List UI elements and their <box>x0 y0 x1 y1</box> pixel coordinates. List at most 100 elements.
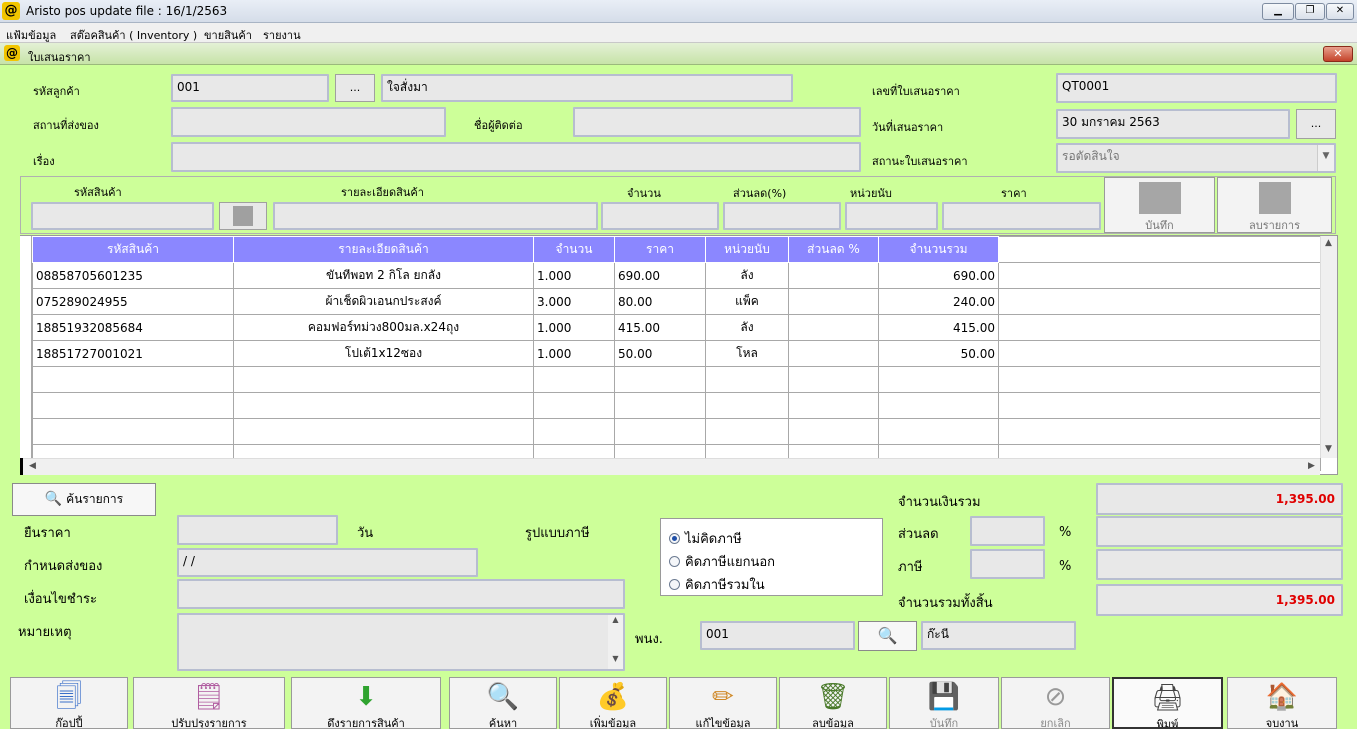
toolbar-button-save[interactable]: 💾 บันทึก <box>889 677 999 729</box>
table-cell[interactable]: 240.00 <box>878 288 999 315</box>
radio-icon[interactable] <box>669 533 680 544</box>
table-cell[interactable] <box>998 366 1321 393</box>
entry-code-input[interactable] <box>31 202 214 230</box>
table-cell[interactable] <box>233 418 534 445</box>
table-cell[interactable]: 50.00 <box>614 340 706 367</box>
menu-file[interactable]: แฟ้มข้อมูล <box>6 26 56 44</box>
table-cell[interactable]: ขันทีพอท 2 กิโล ยกลัง <box>233 262 534 289</box>
restore-icon[interactable]: ❐ <box>1295 3 1325 20</box>
scroll-right-icon[interactable]: ▶ <box>1304 459 1319 474</box>
customer-code-field[interactable]: 001 <box>171 74 329 102</box>
delivery-due-field[interactable]: / / <box>177 548 478 577</box>
grid-vertical-scrollbar[interactable]: ▲ ▼ <box>1320 236 1337 458</box>
menu-report[interactable]: รายงาน <box>263 26 301 44</box>
table-cell[interactable] <box>878 392 999 419</box>
entry-delete-button[interactable]: ลบรายการ <box>1217 177 1332 233</box>
toolbar-button-trash[interactable]: 🗑 ลบข้อมูล <box>779 677 887 729</box>
table-cell[interactable]: ลัง <box>705 262 789 289</box>
table-row[interactable]: 18851932085684 คอมฟอร์ทม่วง800มล.x24ถุง 1.… <box>32 314 1321 341</box>
entry-lookup-button[interactable] <box>219 202 267 230</box>
discount-pct-field[interactable] <box>970 516 1045 546</box>
entry-qty-input[interactable] <box>601 202 719 230</box>
table-cell[interactable] <box>32 392 234 419</box>
toolbar-button-copy[interactable]: 🗐 ก๊อปปี้ <box>10 677 128 729</box>
table-cell[interactable] <box>533 392 615 419</box>
table-cell[interactable] <box>998 262 1321 289</box>
tax-option-exclusive[interactable]: คิดภาษีแยกนอก <box>669 551 775 572</box>
table-cell[interactable]: โปเต้1x12ซอง <box>233 340 534 367</box>
table-cell[interactable] <box>32 366 234 393</box>
subject-field[interactable] <box>171 142 861 172</box>
table-cell[interactable]: 18851932085684 <box>32 314 234 341</box>
table-cell[interactable]: 1.000 <box>533 314 615 341</box>
vat-pct-field[interactable] <box>970 549 1045 579</box>
contact-field[interactable] <box>573 107 861 137</box>
table-cell[interactable] <box>32 418 234 445</box>
table-cell[interactable]: 3.000 <box>533 288 615 315</box>
table-row[interactable]: 18851727001021 โปเต้1x12ซอง 1.000 50.00 โหล 5… <box>32 340 1321 367</box>
table-cell[interactable] <box>788 262 879 289</box>
table-cell[interactable] <box>614 392 706 419</box>
table-row[interactable] <box>32 418 1321 445</box>
table-cell[interactable] <box>233 366 534 393</box>
customer-name-field[interactable]: ใจสั่งมา <box>381 74 793 102</box>
tax-option-inclusive[interactable]: คิดภาษีรวมใน <box>669 574 765 595</box>
toolbar-button-pencil[interactable]: ✏ แก้ไขข้อมูล <box>669 677 777 729</box>
quote-no-field[interactable]: QT0001 <box>1056 73 1337 103</box>
col-header-total[interactable]: จำนวนรวม <box>878 236 999 263</box>
col-header-desc[interactable]: รายละเอียดสินค้า <box>233 236 534 263</box>
table-cell[interactable] <box>788 366 879 393</box>
scroll-up-icon[interactable]: ▲ <box>1321 236 1336 251</box>
table-cell[interactable] <box>533 366 615 393</box>
remark-scrollbar[interactable]: ▲ ▼ <box>608 615 623 669</box>
radio-icon[interactable] <box>669 579 680 590</box>
entry-price-input[interactable] <box>942 202 1101 230</box>
menu-sales[interactable]: ขายสินค้า <box>204 26 252 44</box>
table-cell[interactable] <box>998 392 1321 419</box>
table-cell[interactable] <box>705 418 789 445</box>
table-cell[interactable] <box>705 392 789 419</box>
employee-name-field[interactable]: ก๊ะนี <box>921 621 1076 650</box>
col-header-discount[interactable]: ส่วนลด % <box>788 236 879 263</box>
toolbar-button-home[interactable]: 🏠 จบงาน <box>1227 677 1337 729</box>
remark-scroll-down-icon[interactable]: ▼ <box>608 654 623 663</box>
table-cell[interactable]: ลัง <box>705 314 789 341</box>
scroll-left-icon[interactable]: ◀ <box>25 459 40 474</box>
table-cell[interactable] <box>878 418 999 445</box>
table-cell[interactable]: 415.00 <box>614 314 706 341</box>
grid-horizontal-scrollbar[interactable]: ◀ ▶ <box>23 458 1320 475</box>
table-cell[interactable] <box>533 418 615 445</box>
table-cell[interactable] <box>614 418 706 445</box>
col-header-qty[interactable]: จำนวน <box>533 236 615 263</box>
table-cell[interactable] <box>788 314 879 341</box>
table-cell[interactable]: 18851727001021 <box>32 340 234 367</box>
col-header-unit[interactable]: หน่วยนับ <box>705 236 789 263</box>
table-cell[interactable] <box>788 392 879 419</box>
toolbar-button-add-data[interactable]: 💰 เพิ่มข้อมูล <box>559 677 667 729</box>
entry-desc-input[interactable] <box>273 202 598 230</box>
table-cell[interactable]: ผ้าเช็ดผิวเอนกประสงค์ <box>233 288 534 315</box>
minimize-icon[interactable]: ▁ <box>1262 3 1294 20</box>
table-cell[interactable]: คอมฟอร์ทม่วง800มล.x24ถุง <box>233 314 534 341</box>
find-items-button[interactable]: 🔍 ค้นรายการ <box>12 483 156 516</box>
table-cell[interactable]: 690.00 <box>878 262 999 289</box>
status-dropdown[interactable]: รอตัดสินใจ ▼ <box>1056 143 1336 173</box>
remark-scroll-up-icon[interactable]: ▲ <box>608 615 623 624</box>
tax-option-none[interactable]: ไม่คิดภาษี <box>669 528 742 549</box>
col-header-code[interactable]: รหัสสินค้า <box>32 236 234 263</box>
table-cell[interactable]: 80.00 <box>614 288 706 315</box>
table-cell[interactable] <box>878 366 999 393</box>
delivery-place-field[interactable] <box>171 107 446 137</box>
table-cell[interactable] <box>998 288 1321 315</box>
table-row[interactable]: 075289024955 ผ้าเช็ดผิวเอนกประสงค์ 3.000 80… <box>32 288 1321 315</box>
close-icon[interactable]: ✕ <box>1326 3 1354 20</box>
entry-unit-input[interactable] <box>845 202 938 230</box>
table-cell[interactable] <box>705 366 789 393</box>
menu-inventory[interactable]: สต๊อคสินค้า ( Inventory ) <box>70 26 197 44</box>
scroll-down-icon[interactable]: ▼ <box>1321 442 1336 457</box>
table-row[interactable]: 08858705601235 ขันทีพอท 2 กิโล ยกลัง 1.000… <box>32 262 1321 289</box>
entry-save-button[interactable]: บันทึก <box>1104 177 1215 233</box>
employee-code-field[interactable]: 001 <box>700 621 855 650</box>
table-cell[interactable] <box>788 418 879 445</box>
chevron-down-icon[interactable]: ▼ <box>1317 145 1334 171</box>
